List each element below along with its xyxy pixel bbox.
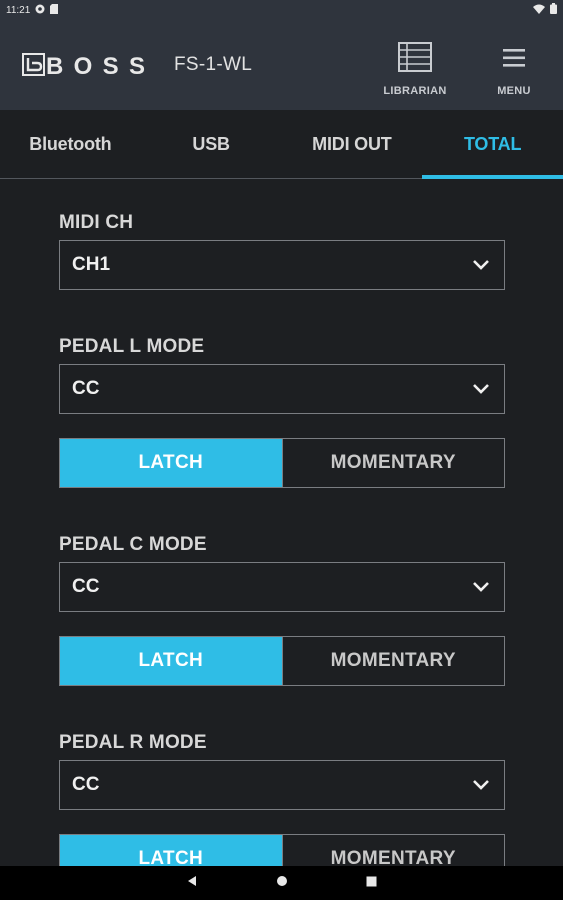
chevron-down-icon bbox=[473, 260, 489, 270]
pedal-c-mode-value: CC bbox=[72, 576, 100, 597]
pedal-c-latch-button[interactable]: LATCH bbox=[60, 637, 282, 685]
chevron-down-icon bbox=[473, 384, 489, 394]
pedal-l-latch-button[interactable]: LATCH bbox=[60, 439, 282, 487]
tab-bluetooth[interactable]: Bluetooth bbox=[0, 110, 141, 178]
pedal-c-type-toggle: LATCH MOMENTARY bbox=[59, 636, 505, 686]
pedal-l-type-toggle: LATCH MOMENTARY bbox=[59, 438, 505, 488]
tab-usb[interactable]: USB bbox=[141, 110, 282, 178]
device-name: FS-1-WL bbox=[174, 54, 253, 75]
midi-ch-label: MIDI CH bbox=[59, 212, 134, 233]
librarian-list-icon bbox=[398, 42, 432, 72]
pedal-r-mode-select[interactable]: CC bbox=[59, 760, 505, 810]
pedal-l-mode-select[interactable]: CC bbox=[59, 364, 505, 414]
menu-label: MENU bbox=[497, 85, 531, 97]
tab-total[interactable]: TOTAL bbox=[422, 110, 563, 179]
pedal-l-mode-value: CC bbox=[72, 378, 100, 399]
librarian-button[interactable]: LIBRARIAN bbox=[375, 42, 455, 102]
pedal-r-mode-value: CC bbox=[72, 774, 100, 795]
tab-midi-out[interactable]: MIDI OUT bbox=[282, 110, 423, 178]
pedal-l-momentary-button[interactable]: MOMENTARY bbox=[281, 439, 505, 487]
librarian-label: LIBRARIAN bbox=[383, 85, 447, 97]
settings-gear-icon bbox=[35, 4, 45, 17]
pedal-c-mode-label: PEDAL C MODE bbox=[59, 534, 207, 555]
tab-bar: Bluetooth USB MIDI OUT TOTAL bbox=[0, 110, 563, 179]
sd-card-icon bbox=[50, 3, 59, 17]
menu-hamburger-icon bbox=[503, 49, 525, 67]
pedal-l-mode-label: PEDAL L MODE bbox=[59, 336, 205, 357]
system-nav-bar bbox=[0, 866, 563, 900]
chevron-down-icon bbox=[473, 780, 489, 790]
pedal-r-mode-label: PEDAL R MODE bbox=[59, 732, 207, 753]
back-triangle-icon[interactable] bbox=[186, 874, 198, 892]
status-bar: 11:21 bbox=[0, 0, 563, 20]
recents-square-icon[interactable] bbox=[366, 874, 377, 892]
pedal-c-mode-select[interactable]: CC bbox=[59, 562, 505, 612]
pedal-c-momentary-button[interactable]: MOMENTARY bbox=[281, 637, 505, 685]
chevron-down-icon bbox=[473, 582, 489, 592]
wifi-icon bbox=[533, 4, 545, 17]
midi-ch-value: CH1 bbox=[72, 254, 111, 275]
midi-ch-select[interactable]: CH1 bbox=[59, 240, 505, 290]
brand-text: BOSS bbox=[46, 53, 146, 77]
battery-icon bbox=[550, 3, 557, 17]
home-circle-icon[interactable] bbox=[276, 874, 288, 892]
menu-button[interactable]: MENU bbox=[474, 42, 554, 102]
boss-logo: BOSS bbox=[22, 53, 148, 82]
status-time: 11:21 bbox=[6, 4, 31, 16]
app-header: BOSS FS-1-WL LIBRARIAN MENU bbox=[0, 20, 563, 110]
